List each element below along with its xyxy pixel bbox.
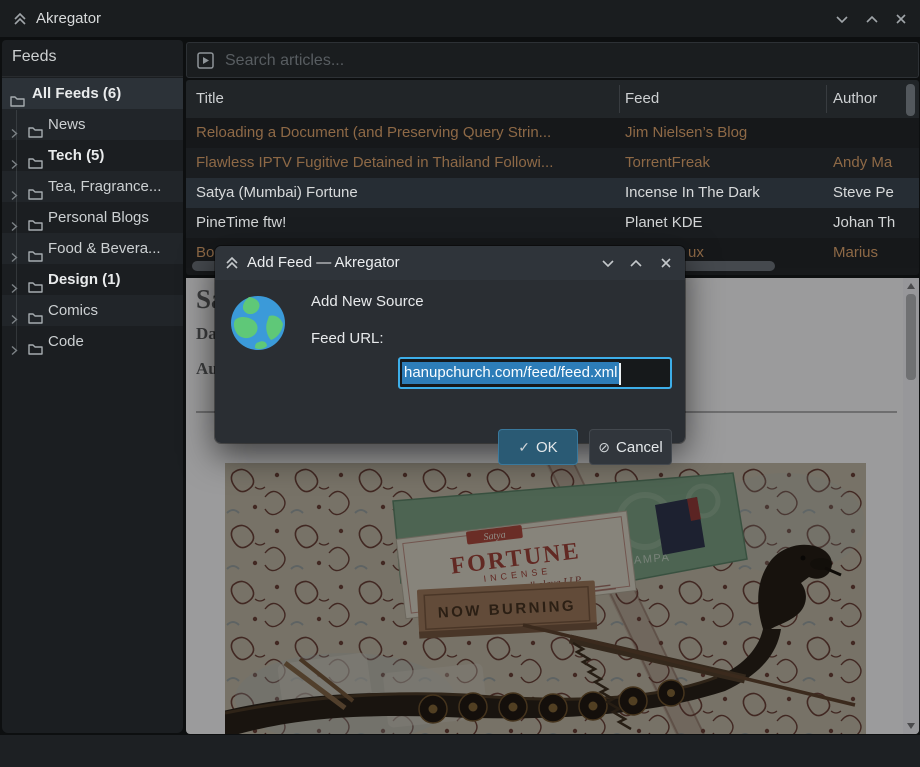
add-feed-dialog: Add Feed — Akregator Add New	[215, 246, 685, 443]
maximize-icon[interactable]	[864, 11, 880, 27]
chevron-right-icon[interactable]	[9, 212, 19, 233]
article-feed: Jim Nielsen’s Blog	[625, 118, 821, 148]
sidebar-item-label: Personal Blogs	[48, 202, 149, 233]
chevron-right-icon[interactable]	[9, 305, 19, 326]
chevron-right-icon[interactable]	[9, 243, 19, 264]
dialog-heading: Add New Source	[311, 293, 424, 310]
feeds-panel-title: Feeds	[12, 48, 56, 66]
cancel-button-label: Cancel	[616, 439, 663, 456]
webview-scrollbar-thumb[interactable]	[906, 294, 916, 380]
article-feed: TorrentFreak	[625, 148, 821, 178]
article-row[interactable]: Reloading a Document (and Preserving Que…	[186, 118, 919, 148]
sidebar-item-label: Food & Bevera...	[48, 233, 161, 264]
sidebar-item-code[interactable]: Code	[2, 326, 183, 357]
folder-icon	[28, 180, 43, 202]
article-title: Reloading a Document (and Preserving Que…	[196, 118, 616, 148]
scroll-down-arrow-icon[interactable]	[907, 723, 915, 729]
sidebar-item-food-beverage[interactable]: Food & Bevera...	[2, 233, 183, 264]
article-title: PineTime ftw!	[196, 208, 616, 238]
folder-icon	[28, 242, 43, 264]
minimize-icon[interactable]	[834, 11, 850, 27]
folder-icon	[28, 211, 43, 233]
column-divider[interactable]	[619, 85, 620, 113]
folder-icon	[28, 273, 43, 295]
feeds-panel-header: Feeds	[2, 40, 183, 77]
cancel-slash-icon: ⊘	[598, 439, 610, 455]
cancel-button[interactable]: ⊘ Cancel	[589, 429, 672, 465]
article-photo-incense: CHAMPA Satya FORTUNE INCENSE Shriniwas S…	[225, 463, 866, 734]
sidebar-item-design[interactable]: Design (1)	[2, 264, 183, 295]
article-author: Johan Th	[833, 208, 919, 238]
article-title: Flawless IPTV Fugitive Detained in Thail…	[196, 148, 616, 178]
article-feed: Incense In The Dark	[625, 178, 821, 208]
sidebar-item-label: News	[48, 109, 86, 140]
sidebar-item-personal-blogs[interactable]: Personal Blogs	[2, 202, 183, 233]
sidebar-item-label: All Feeds (6)	[32, 78, 121, 109]
akregator-window: Akregator Feeds All Feeds (6) News Tech …	[0, 0, 920, 767]
article-author: Steve Pe	[833, 178, 919, 208]
article-feed: Planet KDE	[625, 208, 821, 238]
sidebar-item-all-feeds[interactable]: All Feeds (6)	[2, 78, 183, 109]
dialog-titlebar[interactable]: Add Feed — Akregator	[215, 246, 685, 280]
sidebar-item-tea-fragrance[interactable]: Tea, Fragrance...	[2, 171, 183, 202]
search-filter-icon[interactable]	[197, 52, 214, 74]
column-divider[interactable]	[826, 85, 827, 113]
window-title: Akregator	[36, 0, 101, 37]
text-caret	[619, 363, 621, 385]
vertical-scrollbar[interactable]	[906, 84, 915, 116]
sidebar-item-label: Comics	[48, 295, 98, 326]
ok-button-label: OK	[536, 439, 558, 456]
sidebar-item-label: Code	[48, 326, 84, 357]
scroll-up-arrow-icon[interactable]	[907, 283, 915, 289]
dialog-body: Add New Source Feed URL: hanupchurch.com…	[215, 280, 685, 443]
bottom-bar	[0, 735, 920, 767]
article-row[interactable]: PineTime ftw! Planet KDE Johan Th	[186, 208, 919, 238]
search-input[interactable]	[223, 43, 887, 79]
folder-icon	[10, 87, 25, 109]
feed-url-input[interactable]: hanupchurch.com/feed/feed.xml	[398, 357, 672, 389]
close-icon[interactable]	[658, 255, 674, 271]
selected-text: hanupchurch.com/feed/feed.xml	[402, 362, 619, 384]
minimize-icon[interactable]	[600, 255, 616, 271]
chevron-right-icon[interactable]	[9, 119, 19, 140]
feeds-panel: Feeds All Feeds (6) News Tech (5) Tea, F…	[2, 40, 183, 733]
article-row-selected[interactable]: Satya (Mumbai) Fortune Incense In The Da…	[186, 178, 919, 208]
folder-icon	[28, 335, 43, 357]
folder-icon	[28, 149, 43, 171]
checkmark-icon: ✓	[518, 439, 530, 455]
chevron-right-icon[interactable]	[9, 274, 19, 295]
feed-url-label: Feed URL:	[311, 330, 384, 347]
sidebar-item-news[interactable]: News	[2, 109, 183, 140]
folder-icon	[28, 118, 43, 140]
chevron-right-icon[interactable]	[9, 150, 19, 171]
tree-branch-line	[16, 110, 17, 350]
folder-icon	[28, 304, 43, 326]
sidebar-item-label: Tech (5)	[48, 140, 104, 171]
double-chevron-up-icon[interactable]	[224, 255, 240, 271]
maximize-icon[interactable]	[628, 255, 644, 271]
webview-scrollbar[interactable]	[903, 278, 919, 734]
search-bar	[186, 42, 919, 78]
sidebar-item-label: Design (1)	[48, 264, 121, 295]
article-title: Satya (Mumbai) Fortune	[196, 178, 616, 208]
chevron-right-icon[interactable]	[9, 181, 19, 202]
sidebar-item-tech[interactable]: Tech (5)	[2, 140, 183, 171]
column-header-feed[interactable]: Feed	[625, 80, 821, 118]
ok-button[interactable]: ✓ OK	[498, 429, 578, 465]
close-icon[interactable]	[893, 11, 909, 27]
article-list-header: Title Feed Author	[186, 80, 919, 118]
double-chevron-up-icon[interactable]	[12, 11, 28, 27]
article-author: Andy Ma	[833, 148, 919, 178]
column-header-title[interactable]: Title	[196, 80, 616, 118]
article-row[interactable]: Flawless IPTV Fugitive Detained in Thail…	[186, 148, 919, 178]
sidebar-item-label: Tea, Fragrance...	[48, 171, 161, 202]
window-titlebar[interactable]: Akregator	[0, 0, 920, 37]
chevron-right-icon[interactable]	[9, 336, 19, 357]
globe-icon	[229, 294, 287, 357]
article-author: Marius	[833, 238, 919, 268]
dialog-title: Add Feed — Akregator	[247, 246, 400, 280]
sidebar-item-comics[interactable]: Comics	[2, 295, 183, 326]
